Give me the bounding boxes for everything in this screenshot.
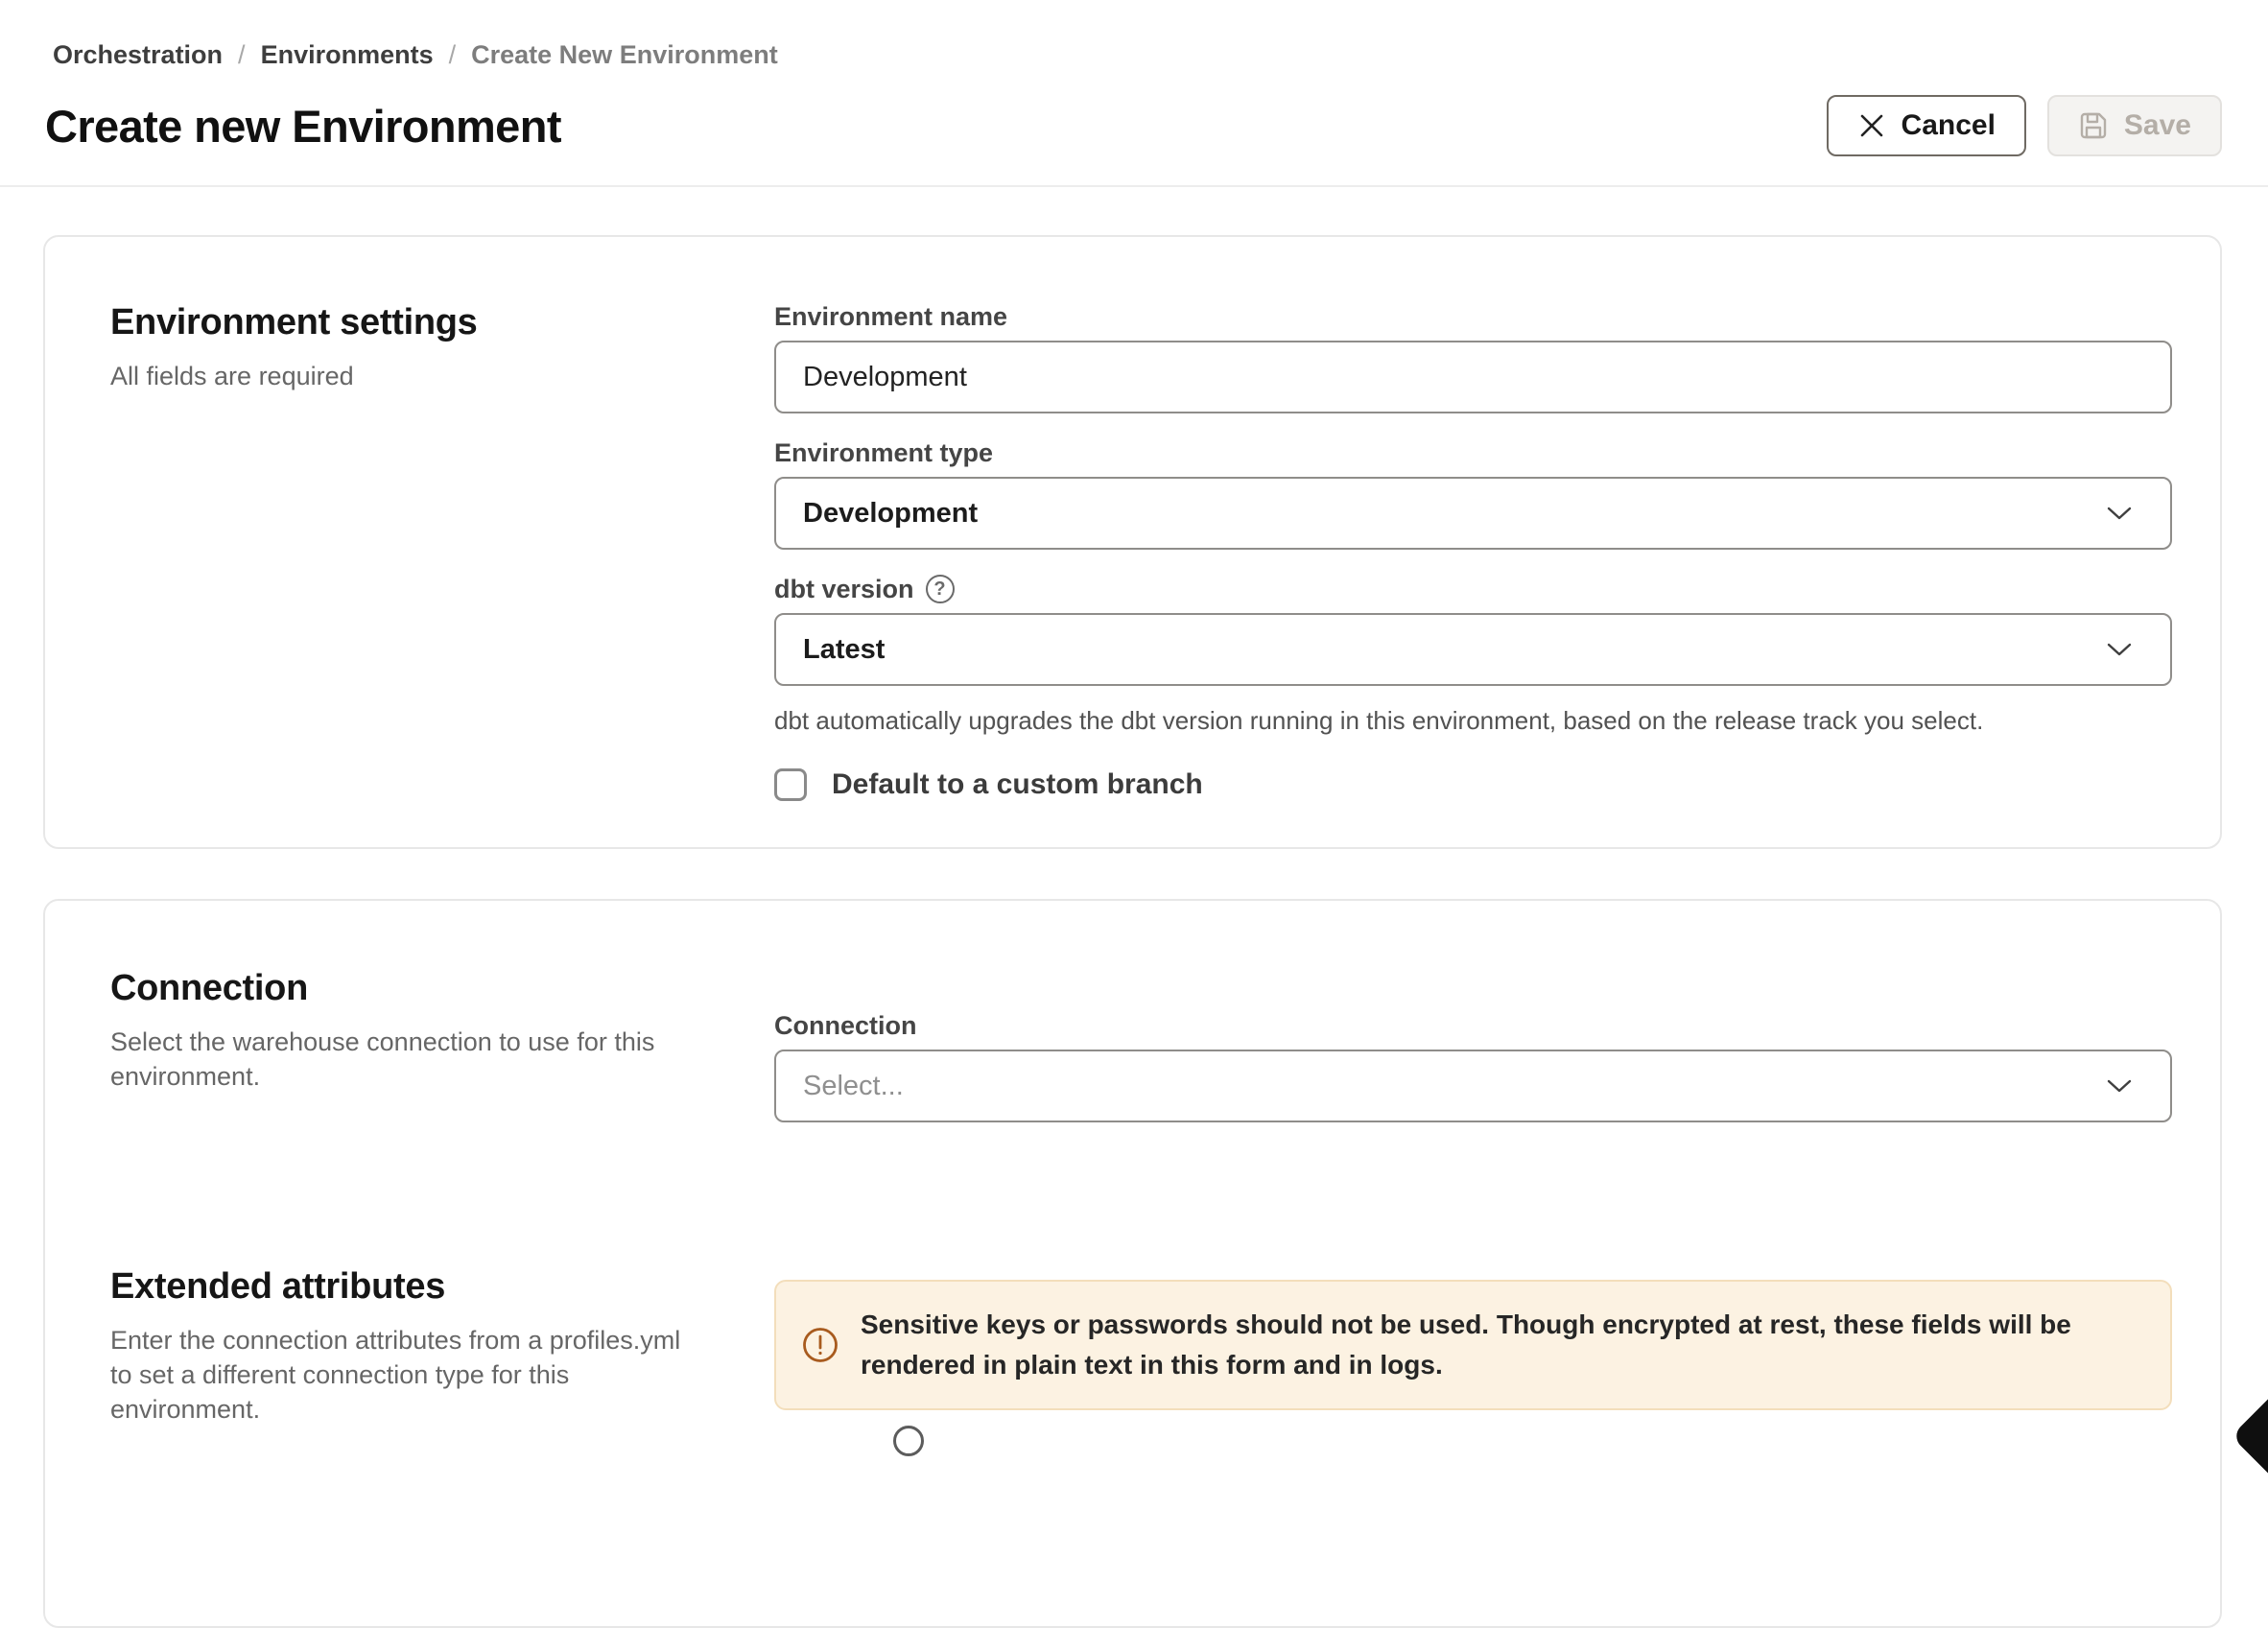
connection-field: Connection Select... <box>774 1011 2172 1122</box>
custom-branch-checkbox[interactable] <box>774 768 807 801</box>
dbt-version-value: Latest <box>803 634 885 666</box>
environment-name-field: Environment name Development <box>774 302 2172 413</box>
alert-circle-icon <box>801 1326 839 1364</box>
cancel-button-label: Cancel <box>1902 109 1996 142</box>
header-divider <box>0 185 2268 187</box>
page-title: Create new Environment <box>45 100 561 153</box>
environment-type-field: Environment type Development <box>774 438 2172 550</box>
breadcrumb-orchestration[interactable]: Orchestration <box>53 40 223 70</box>
custom-branch-label: Default to a custom branch <box>832 768 1203 801</box>
environment-name-value: Development <box>803 362 967 393</box>
extended-attributes-row: Extended attributes Enter the connection… <box>110 1266 2172 1427</box>
breadcrumb-separator: / <box>238 40 246 70</box>
warning-banner-text: Sensitive keys or passwords should not b… <box>861 1305 2136 1385</box>
environment-settings-intro: Environment settings All fields are requ… <box>110 302 774 393</box>
breadcrumb-separator: / <box>449 40 457 70</box>
extended-attributes-heading: Extended attributes <box>110 1266 774 1308</box>
chevron-down-icon <box>2105 505 2134 522</box>
save-button-label: Save <box>2124 109 2191 142</box>
cancel-button[interactable]: Cancel <box>1827 95 2026 156</box>
custom-branch-checkbox-row[interactable]: Default to a custom branch <box>774 768 2172 801</box>
connection-form: Connection Select... <box>774 1011 2172 1122</box>
connection-description: Select the warehouse connection to use f… <box>110 1025 774 1094</box>
connection-row: Connection Select the warehouse connecti… <box>110 968 2172 1122</box>
dbt-version-select[interactable]: Latest <box>774 613 2172 686</box>
environment-name-input[interactable]: Development <box>774 341 2172 413</box>
connection-heading: Connection <box>110 968 774 1009</box>
connection-label: Connection <box>774 1011 2172 1040</box>
environment-type-value: Development <box>803 498 978 530</box>
breadcrumb-current-page: Create New Environment <box>471 40 778 70</box>
extended-attributes-description: Enter the connection attributes from a p… <box>110 1323 774 1427</box>
connection-placeholder: Select... <box>803 1071 904 1102</box>
breadcrumb-environments[interactable]: Environments <box>261 40 434 70</box>
environment-settings-heading: Environment settings <box>110 302 774 343</box>
x-icon <box>1857 111 1886 140</box>
chevron-down-icon <box>2105 1077 2134 1095</box>
breadcrumb: Orchestration / Environments / Create Ne… <box>0 0 2268 70</box>
chevron-down-icon <box>2105 641 2134 658</box>
floppy-disk-icon <box>2078 110 2109 141</box>
connection-select[interactable]: Select... <box>774 1050 2172 1122</box>
environment-settings-card: Environment settings All fields are requ… <box>43 235 2222 849</box>
connection-card: Connection Select the warehouse connecti… <box>43 899 2222 1628</box>
environment-type-select[interactable]: Development <box>774 477 2172 550</box>
header-actions: Cancel Save <box>1827 95 2222 156</box>
help-circle-icon[interactable]: ? <box>926 575 955 603</box>
sensitive-keys-warning-banner: Sensitive keys or passwords should not b… <box>774 1280 2172 1410</box>
save-button[interactable]: Save <box>2047 95 2222 156</box>
extended-attributes-content: Sensitive keys or passwords should not b… <box>774 1266 2172 1410</box>
environment-name-label: Environment name <box>774 302 2172 331</box>
connection-intro: Connection Select the warehouse connecti… <box>110 968 774 1094</box>
dbt-version-field: dbt version ? Latest dbt automatically u… <box>774 575 2172 736</box>
environment-settings-subheading: All fields are required <box>110 359 774 393</box>
dbt-version-helper-text: dbt automatically upgrades the dbt versi… <box>774 705 2172 736</box>
help-circle-icon[interactable] <box>893 1426 924 1456</box>
dbt-version-label: dbt version <box>774 575 914 603</box>
environment-type-label: Environment type <box>774 438 2172 467</box>
environment-settings-form: Environment name Development Environment… <box>774 302 2172 801</box>
extended-attributes-intro: Extended attributes Enter the connection… <box>110 1266 774 1427</box>
